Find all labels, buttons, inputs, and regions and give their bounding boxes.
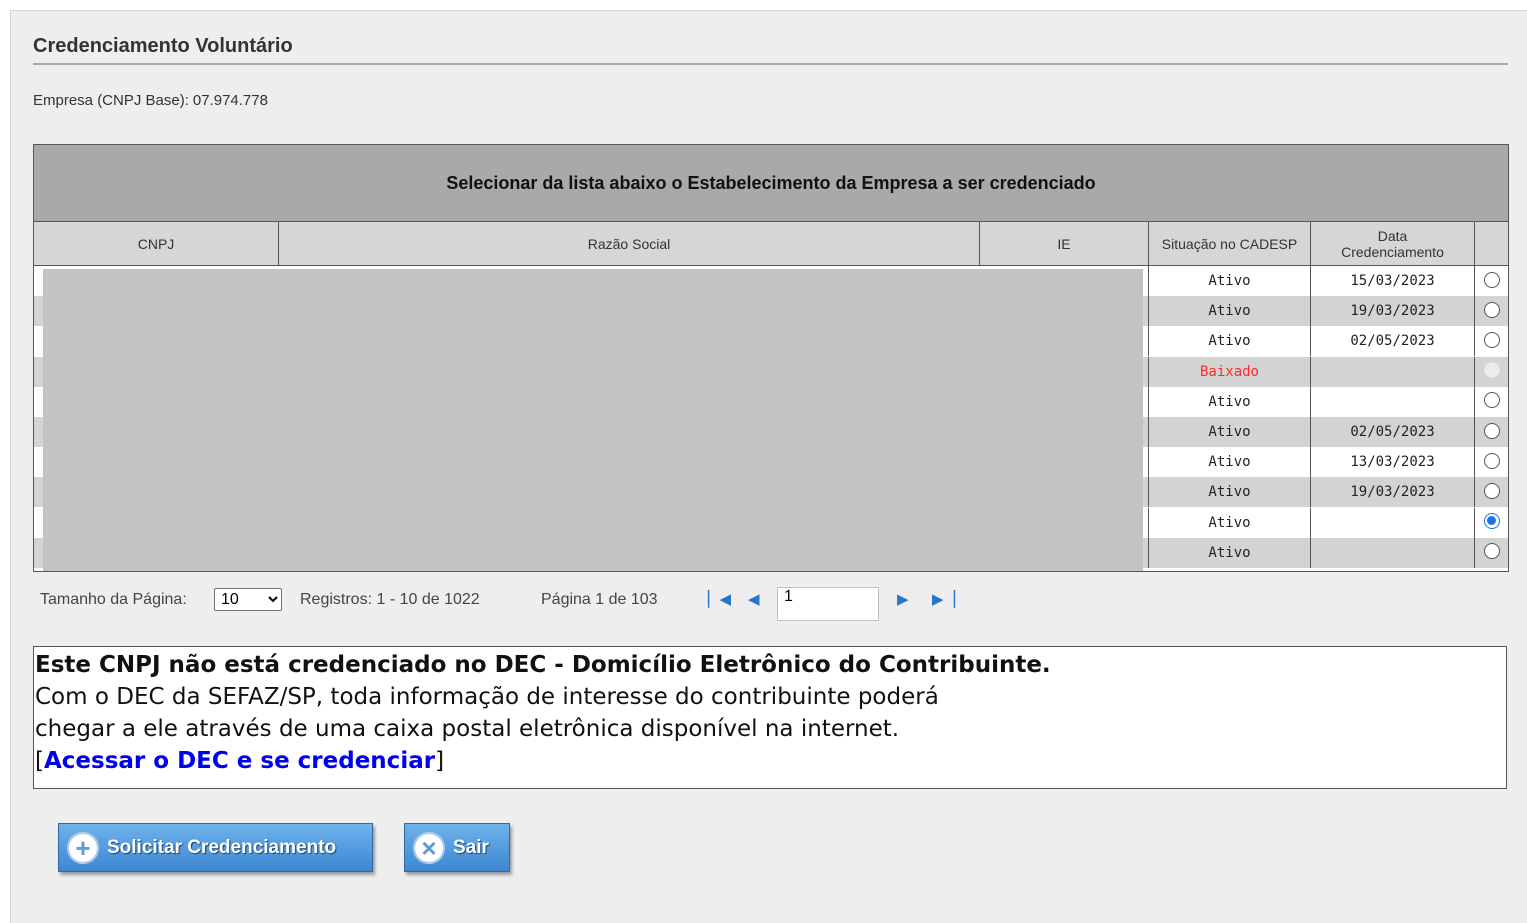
close-circle-icon: ×	[413, 831, 445, 864]
situacao-cell: Baixado	[1148, 356, 1310, 387]
select-radio[interactable]	[1483, 422, 1500, 439]
page-number-input[interactable]	[777, 587, 879, 621]
page-size-select[interactable]: 10	[214, 588, 282, 611]
column-header-data-credenciamento: Data Credenciamento	[1310, 222, 1474, 266]
data-credenciamento-cell	[1310, 386, 1474, 417]
select-radio[interactable]	[1483, 392, 1500, 409]
select-cell	[1474, 507, 1508, 538]
dec-notice-box: Este CNPJ não está credenciado no DEC - …	[33, 646, 1507, 789]
next-page-icon[interactable]: ▶	[897, 592, 909, 607]
dec-access-link[interactable]: Acessar o DEC e se credenciar	[44, 748, 435, 774]
select-radio	[1483, 362, 1500, 379]
data-credenciamento-cell: 19/03/2023	[1310, 477, 1474, 508]
select-radio[interactable]	[1483, 513, 1500, 530]
previous-page-icon[interactable]: ◀	[748, 592, 760, 607]
data-credenciamento-cell	[1310, 507, 1474, 538]
situacao-cell: Ativo	[1148, 326, 1310, 357]
sair-button[interactable]: × Sair	[404, 823, 510, 872]
data-credenciamento-cell: 19/03/2023	[1310, 296, 1474, 327]
table-caption: Selecionar da lista abaixo o Estabelecim…	[34, 145, 1508, 222]
situacao-cell: Ativo	[1148, 417, 1310, 447]
select-radio[interactable]	[1483, 452, 1500, 469]
empresa-info: Empresa (CNPJ Base): 07.974.778	[33, 92, 268, 109]
notice-link-line: [Acessar o DEC e se credenciar]	[35, 745, 1506, 777]
column-header-razao-social: Razão Social	[278, 222, 979, 266]
data-credenciamento-cell: 02/05/2023	[1310, 417, 1474, 447]
notice-title: Este CNPJ não está credenciado no DEC - …	[35, 652, 1051, 678]
link-bracket-open: [	[35, 748, 44, 774]
select-radio[interactable]	[1483, 301, 1500, 318]
select-cell	[1474, 296, 1508, 327]
establishments-table: Selecionar da lista abaixo o Estabelecim…	[33, 144, 1509, 572]
data-credenciamento-cell	[1310, 356, 1474, 387]
select-cell	[1474, 537, 1508, 568]
situacao-cell: Ativo	[1148, 266, 1310, 296]
select-radio[interactable]	[1483, 271, 1500, 288]
solicitar-button-label: Solicitar Credenciamento	[107, 836, 337, 858]
select-radio[interactable]	[1483, 331, 1500, 348]
solicitar-credenciamento-button[interactable]: + Solicitar Credenciamento	[58, 823, 373, 872]
title-divider	[33, 63, 1508, 65]
first-page-icon[interactable]: ▏◀	[708, 592, 731, 607]
records-count: Registros: 1 - 10 de 1022	[300, 591, 480, 608]
last-page-icon[interactable]: ▶▕	[932, 592, 955, 607]
column-header-data-line2: Credenciamento	[1341, 243, 1444, 260]
page-indicator: Página 1 de 103	[541, 591, 658, 608]
situacao-cell: Ativo	[1148, 447, 1310, 478]
situacao-cell: Ativo	[1148, 537, 1310, 568]
select-cell	[1474, 266, 1508, 296]
column-header-situacao: Situação no CADESP	[1148, 222, 1310, 266]
situacao-cell: Ativo	[1148, 507, 1310, 538]
column-header-data-line1: Data	[1377, 227, 1408, 244]
select-cell	[1474, 386, 1508, 417]
empresa-label: Empresa (CNPJ Base):	[33, 92, 189, 109]
empresa-cnpj-base: 07.974.778	[192, 92, 268, 109]
situacao-cell: Ativo	[1148, 477, 1310, 508]
column-header-select	[1474, 222, 1508, 266]
select-cell	[1474, 447, 1508, 478]
select-cell	[1474, 477, 1508, 508]
notice-line-2: chegar a ele através de uma caixa postal…	[35, 716, 900, 742]
situacao-cell: Ativo	[1148, 386, 1310, 417]
plus-circle-icon: +	[67, 831, 99, 864]
sair-button-label: Sair	[453, 836, 489, 858]
data-credenciamento-cell: 15/03/2023	[1310, 266, 1474, 296]
page-size-label: Tamanho da Página:	[40, 591, 187, 608]
data-credenciamento-cell	[1310, 537, 1474, 568]
select-cell	[1474, 417, 1508, 447]
data-credenciamento-cell: 02/05/2023	[1310, 326, 1474, 357]
select-cell	[1474, 356, 1508, 387]
select-radio[interactable]	[1483, 482, 1500, 499]
notice-line-1: Com o DEC da SEFAZ/SP, toda informação d…	[35, 684, 939, 710]
select-cell	[1474, 326, 1508, 357]
situacao-cell: Ativo	[1148, 296, 1310, 327]
pagination-bar: Tamanho da Página: 10 Registros: 1 - 10 …	[40, 587, 1000, 621]
column-header-ie: IE	[979, 222, 1148, 266]
column-header-cnpj: CNPJ	[34, 222, 278, 266]
data-credenciamento-cell: 13/03/2023	[1310, 447, 1474, 478]
page-title: Credenciamento Voluntário	[33, 35, 293, 57]
redacted-area	[43, 269, 1143, 571]
select-radio[interactable]	[1483, 543, 1500, 560]
link-bracket-close: ]	[435, 748, 445, 774]
